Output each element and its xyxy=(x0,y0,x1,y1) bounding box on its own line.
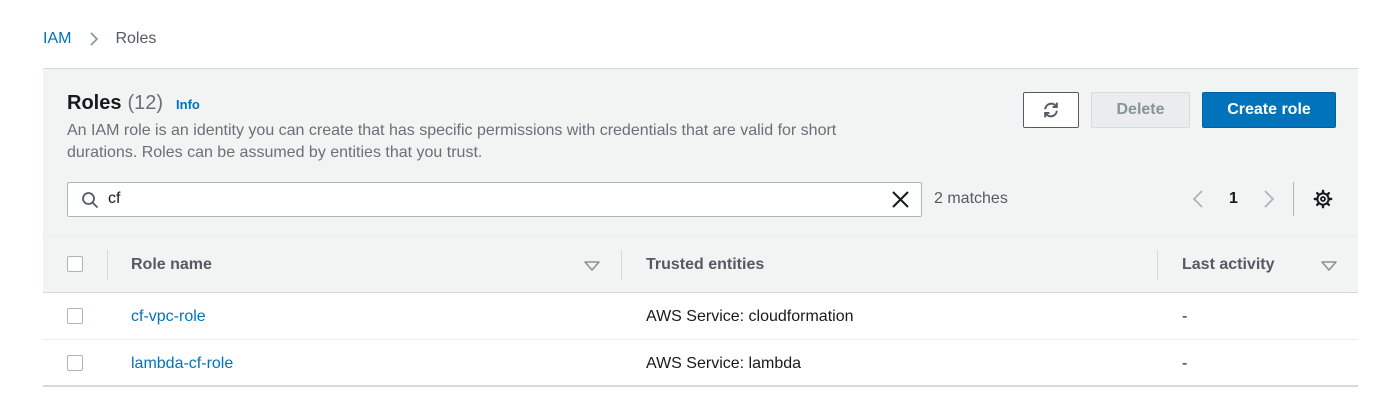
chevron-right-icon[interactable] xyxy=(1262,189,1276,209)
breadcrumb-iam-link[interactable]: IAM xyxy=(43,30,71,48)
select-all-checkbox[interactable] xyxy=(67,256,83,272)
info-link[interactable]: Info xyxy=(176,97,200,112)
roles-panel: Roles (12) Info An IAM role is an identi… xyxy=(43,68,1358,387)
create-role-button[interactable]: Create role xyxy=(1202,92,1336,128)
chevron-left-icon[interactable] xyxy=(1191,189,1205,209)
row-checkbox[interactable] xyxy=(67,355,83,371)
role-name-link[interactable]: cf-vpc-role xyxy=(131,308,206,326)
sort-down-icon[interactable] xyxy=(1321,261,1337,271)
breadcrumb: IAM Roles xyxy=(43,29,156,49)
pagination: 1 xyxy=(1191,186,1276,212)
trusted-entities-cell: AWS Service: cloudformation xyxy=(646,308,854,325)
table-header: Role name Trusted entities Last activity xyxy=(43,235,1358,293)
breadcrumb-current: Roles xyxy=(115,30,157,47)
column-divider xyxy=(107,250,108,280)
title-text: Roles xyxy=(67,92,122,114)
column-header-last-activity[interactable]: Last activity xyxy=(1182,256,1274,274)
page-number[interactable]: 1 xyxy=(1229,190,1238,208)
refresh-button[interactable] xyxy=(1023,92,1079,128)
delete-button[interactable]: Delete xyxy=(1091,92,1190,128)
search-input[interactable]: cf xyxy=(67,182,922,217)
column-header-trusted-entities[interactable]: Trusted entities xyxy=(646,256,764,274)
search-value: cf xyxy=(108,190,121,207)
role-name-link[interactable]: lambda-cf-role xyxy=(131,355,233,373)
role-count: (12) xyxy=(127,92,164,114)
sort-down-icon[interactable] xyxy=(584,261,600,271)
last-activity-cell: - xyxy=(1182,308,1188,325)
table-row: lambda-cf-role AWS Service: lambda - xyxy=(43,340,1358,387)
panel-header: Roles (12) Info An IAM role is an identi… xyxy=(43,69,1358,235)
column-divider xyxy=(621,250,622,280)
table-row: cf-vpc-role AWS Service: cloudformation … xyxy=(43,293,1358,340)
chevron-right-icon xyxy=(90,32,99,46)
row-checkbox[interactable] xyxy=(67,308,83,324)
pager-divider xyxy=(1293,182,1294,216)
match-count: 2 matches xyxy=(934,190,1008,207)
column-divider xyxy=(1157,250,1158,280)
last-activity-cell: - xyxy=(1182,355,1188,372)
page-title: Roles (12) Info xyxy=(67,92,200,115)
close-icon[interactable] xyxy=(891,190,910,209)
refresh-icon xyxy=(1044,102,1058,118)
trusted-entities-cell: AWS Service: lambda xyxy=(646,355,802,372)
search-icon xyxy=(82,192,99,209)
panel-description: An IAM role is an identity you can creat… xyxy=(67,122,837,161)
column-header-role-name[interactable]: Role name xyxy=(131,256,212,274)
gear-icon[interactable] xyxy=(1313,189,1333,209)
